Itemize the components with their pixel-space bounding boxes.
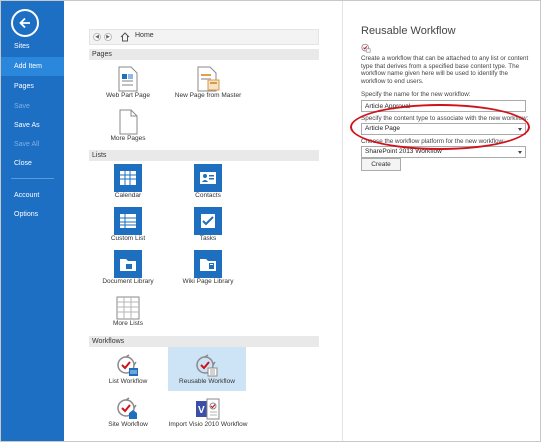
custom-list-icon [114,207,142,235]
svg-text:V: V [198,405,205,416]
nav-add-item[interactable]: Add Item [1,57,64,76]
blank-page-icon [119,109,138,135]
nav-save[interactable]: Save [1,97,64,116]
tile-document-library[interactable]: Document Library [89,250,167,285]
home-icon [120,32,130,42]
tile-label: Tasks [199,235,217,242]
web-part-page-icon [118,66,138,92]
tile-label: More Lists [113,320,143,327]
list-workflow-icon [117,354,138,376]
calendar-icon [114,164,142,192]
site-workflow-icon [117,397,137,419]
content-type-value: Article Page [365,125,401,132]
tile-more-pages[interactable]: More Pages [89,109,167,142]
create-button[interactable]: Create [361,158,401,171]
wiki-library-icon [194,250,222,278]
tile-label: List Workflow [108,378,148,385]
workflow-name-input[interactable] [361,100,526,112]
tile-reusable-workflow[interactable]: Reusable Workflow [168,347,246,391]
backstage-window: Sites Add Item Pages Save Save As Save A… [0,0,541,442]
tile-label: Site Workflow [108,421,148,428]
section-lists: Lists [89,150,319,161]
tasks-icon [194,207,222,235]
contacts-icon [194,164,222,192]
sidebar-divider [11,178,54,179]
tile-contacts[interactable]: Contacts [169,164,247,199]
breadcrumb-home[interactable]: Home [135,32,154,39]
tile-custom-list[interactable]: Custom List [89,207,167,242]
content-type-label: Specify the content type to associate wi… [361,115,529,122]
section-workflows: Workflows [89,336,319,347]
visio-icon: V [196,398,220,420]
panel-title: Reusable Workflow [361,25,456,37]
tile-label: Calendar [114,192,142,199]
breadcrumb: ◀ ▶ Home [89,29,319,45]
tile-wiki-page-library[interactable]: Wiki Page Library [169,250,247,285]
nav-account[interactable]: Account [1,186,64,205]
platform-select[interactable]: SharePoint 2013 Workflow [361,146,526,158]
tile-label: Reusable Workflow [179,378,235,385]
more-lists-icon [116,296,140,320]
panel-description: Create a workflow that can be attached t… [361,55,529,85]
tile-more-lists[interactable]: More Lists [89,296,167,327]
tile-calendar[interactable]: Calendar [89,164,167,199]
tile-web-part-page[interactable]: Web Part Page [89,66,167,99]
tile-label: Document Library [102,278,154,285]
chevron-down-icon [518,151,522,154]
tile-site-workflow[interactable]: Site Workflow [89,397,167,428]
nav-options[interactable]: Options [1,205,64,224]
tile-tasks[interactable]: Tasks [169,207,247,242]
nav-sites[interactable]: Sites [1,37,64,56]
section-pages: Pages [89,49,319,60]
arrow-left-icon [19,17,30,29]
backstage-sidebar: Sites Add Item Pages Save Save As Save A… [1,1,64,441]
back-arrow-icon[interactable]: ◀ [93,33,101,41]
platform-label: Choose the workflow platform for the new… [361,138,505,145]
name-label: Specify the name for the new workflow: [361,91,471,98]
chevron-down-icon [518,128,522,131]
back-button[interactable] [11,9,39,37]
tile-label: Wiki Page Library [182,278,234,285]
forward-arrow-icon[interactable]: ▶ [104,33,112,41]
tile-label: Custom List [110,235,146,242]
tile-label: Import Visio 2010 Workflow [168,421,248,428]
tile-label: More Pages [110,135,146,142]
reusable-workflow-icon [196,354,218,377]
tile-import-visio-workflow[interactable]: V Import Visio 2010 Workflow [167,397,249,428]
nav-pages[interactable]: Pages [1,77,64,96]
tile-list-workflow[interactable]: List Workflow [89,350,167,391]
tile-label: New Page from Master [174,92,242,99]
nav-save-as[interactable]: Save As [1,116,64,135]
nav-save-all[interactable]: Save All [1,135,64,154]
nav-close[interactable]: Close [1,154,64,173]
content-type-select[interactable]: Article Page [361,123,526,135]
master-page-icon [197,66,220,92]
document-library-icon [114,250,142,278]
reusable-workflow-small-icon [361,43,371,53]
tile-new-page-from-master[interactable]: New Page from Master [169,66,247,99]
tile-label: Contacts [195,192,221,199]
tile-label: Web Part Page [106,92,150,99]
platform-value: SharePoint 2013 Workflow [365,148,442,155]
